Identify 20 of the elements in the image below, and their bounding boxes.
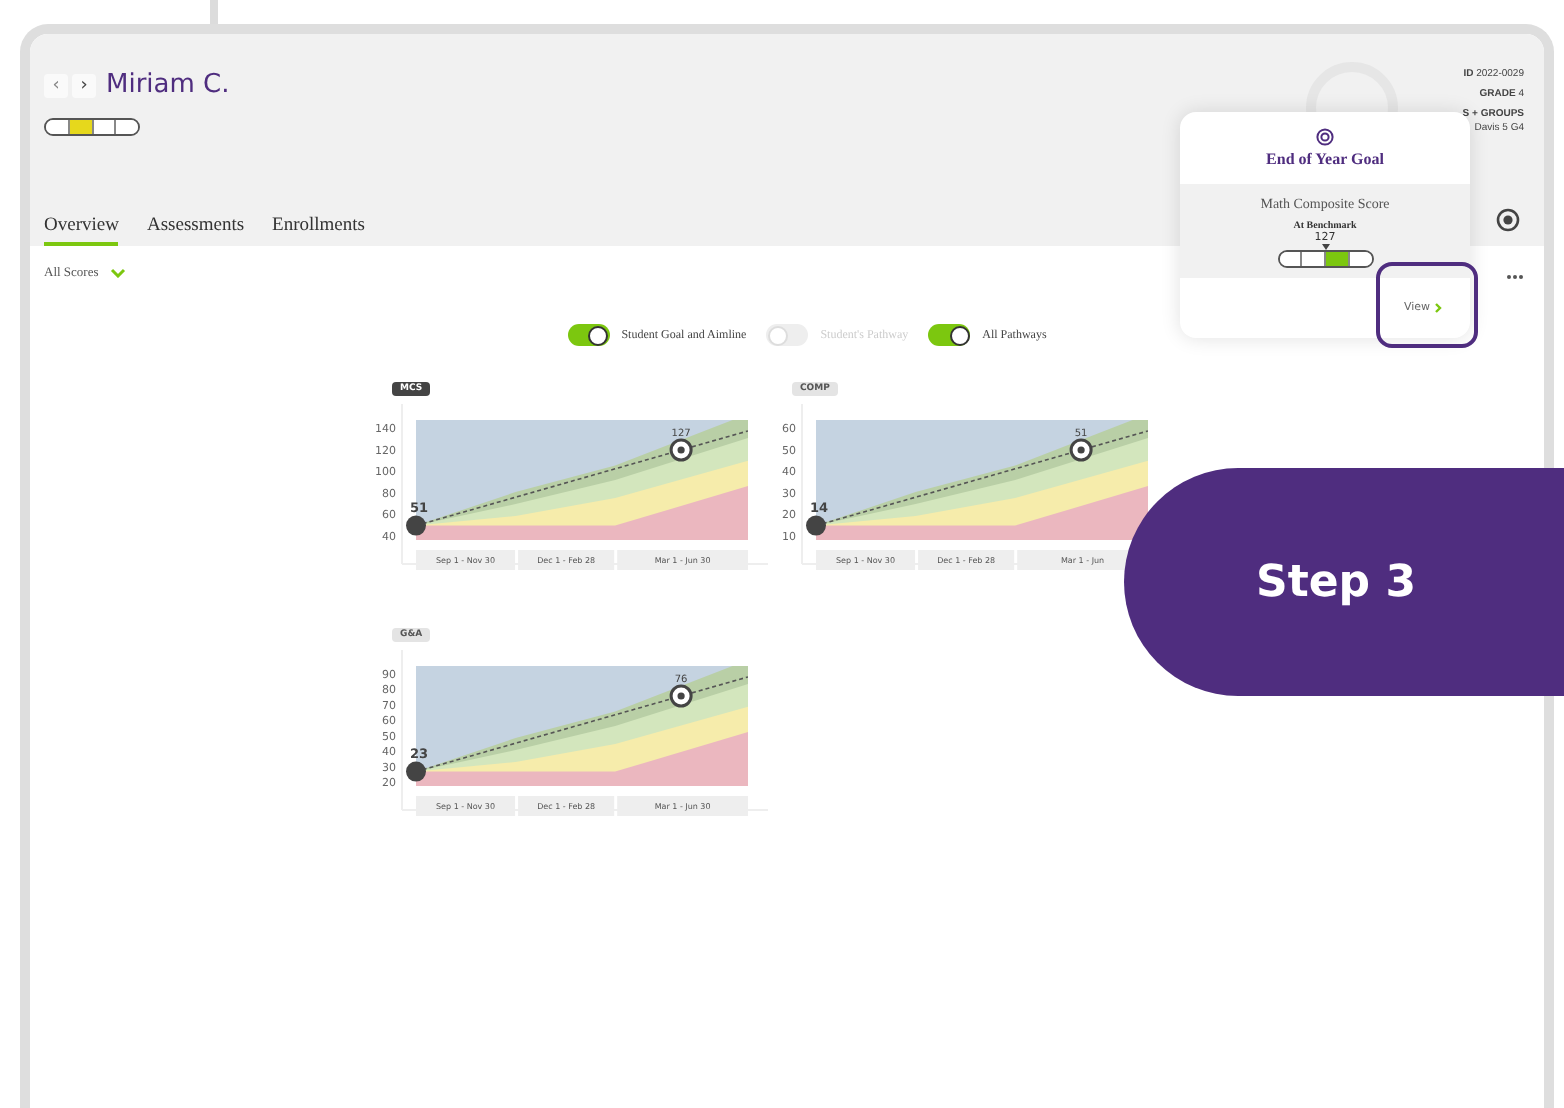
target-icon[interactable] — [1496, 208, 1520, 232]
student-name: Miriam C. — [106, 70, 230, 100]
tab[interactable]: Enrollments — [272, 216, 365, 246]
nav-button[interactable]: › — [72, 73, 96, 97]
start-point — [406, 515, 426, 536]
chevron-right-icon — [1434, 302, 1442, 314]
goal-target-icon — [669, 684, 693, 708]
switch-track[interactable] — [928, 324, 971, 346]
switch-track[interactable] — [766, 324, 809, 346]
popover-title: End of Year Goal — [1266, 150, 1384, 168]
chevron-down-icon — [110, 268, 127, 278]
goal-target-icon — [1069, 438, 1093, 462]
start-point — [406, 761, 426, 782]
start-point — [806, 515, 826, 536]
target-icon — [1316, 128, 1334, 146]
goal-target-icon — [669, 438, 693, 462]
step-badge: Step 3 — [1124, 468, 1564, 696]
tab[interactable]: Assessments — [146, 216, 245, 246]
tab[interactable]: Overview — [44, 216, 119, 246]
switch-track[interactable] — [567, 324, 610, 346]
